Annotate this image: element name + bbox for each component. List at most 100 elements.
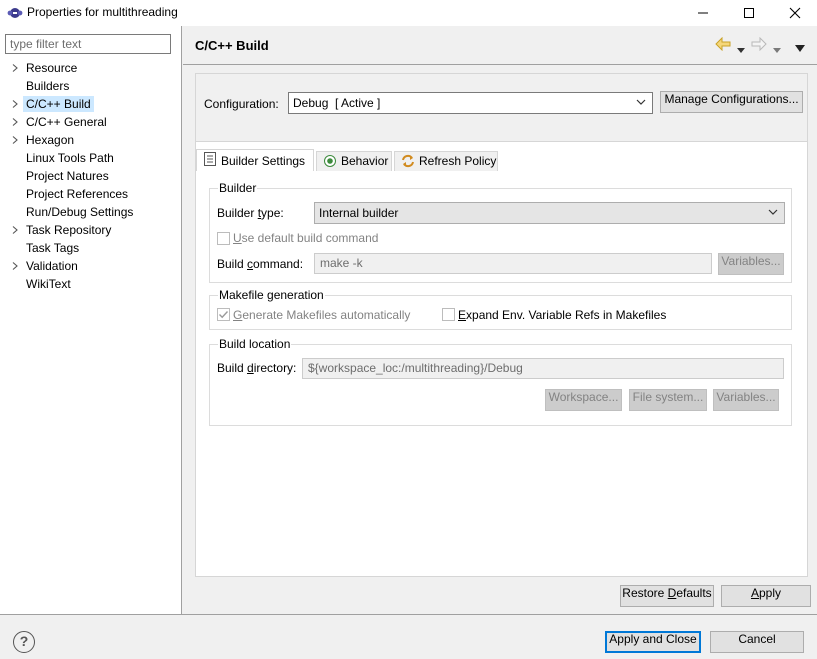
- property-page: C/C++ Build Configuration: Debug [ Activ…: [183, 26, 817, 614]
- sidebar-item-label: Resource: [26, 61, 78, 75]
- forward-menu-chevron-icon[interactable]: [773, 42, 781, 56]
- sidebar-item[interactable]: Task Tags: [0, 239, 181, 257]
- tab-refresh-policy[interactable]: Refresh Policy: [394, 151, 498, 171]
- build-location-group: Build location Build directory: ${worksp…: [209, 337, 792, 426]
- manage-configurations-button[interactable]: Manage Configurations...: [660, 91, 803, 113]
- maximize-button[interactable]: [726, 0, 772, 26]
- minimize-button[interactable]: [680, 0, 726, 26]
- build-directory-label: Build directory:: [217, 361, 297, 375]
- sidebar-item-label: C/C++ General: [26, 115, 107, 129]
- tab-behavior[interactable]: Behavior: [316, 151, 392, 171]
- tab-label: Behavior: [341, 154, 389, 168]
- sidebar-item-label: WikiText: [26, 277, 71, 291]
- expand-env-refs-checkbox[interactable]: [442, 308, 455, 321]
- chevron-right-icon[interactable]: [11, 100, 19, 108]
- builder-group: Builder Builder type: Internal builder U…: [209, 181, 792, 283]
- sidebar-item[interactable]: WikiText: [0, 275, 181, 293]
- property-tree: Resource Builders C/C++ Build C/C++ General…: [0, 59, 181, 293]
- page-title: C/C++ Build: [195, 38, 269, 53]
- minimize-icon: [698, 12, 708, 14]
- refresh-icon: [402, 154, 414, 168]
- generate-makefiles-checkbox[interactable]: [217, 308, 230, 321]
- chevron-right-icon[interactable]: [11, 226, 19, 234]
- page-content: Configuration: Debug [ Active ] Manage C…: [195, 73, 808, 577]
- location-variables-button[interactable]: Variables...: [713, 389, 779, 411]
- forward-arrow-icon[interactable]: [751, 36, 767, 54]
- close-button[interactable]: [772, 0, 817, 26]
- chevron-down-icon: [636, 99, 646, 105]
- use-default-build-command-label: Use default build command: [233, 231, 379, 245]
- sidebar-item-label: Run/Debug Settings: [26, 205, 134, 219]
- group-title: Builder: [218, 181, 258, 195]
- builder-type-select[interactable]: Internal builder: [314, 202, 785, 224]
- sidebar-item-label: Task Repository: [26, 223, 112, 237]
- builder-type-label: Builder type:: [217, 206, 284, 220]
- generate-makefiles-label: Generate Makefiles automatically: [233, 308, 411, 322]
- back-menu-chevron-icon[interactable]: [737, 42, 745, 56]
- page-navigation: [715, 36, 810, 56]
- tab-label: Refresh Policy: [419, 154, 497, 168]
- sidebar-item-label: Validation: [26, 259, 78, 273]
- sidebar-item-label: Project References: [26, 187, 129, 201]
- chevron-right-icon[interactable]: [11, 262, 19, 270]
- view-menu-icon[interactable]: [795, 41, 805, 55]
- configuration-label: Configuration:: [204, 97, 279, 111]
- tab-builder-settings[interactable]: Builder Settings: [196, 149, 314, 171]
- use-default-build-command-checkbox[interactable]: [217, 232, 230, 245]
- header-separator: [183, 64, 817, 65]
- sidebar-item[interactable]: Hexagon: [0, 131, 181, 149]
- restore-defaults-button[interactable]: Restore Defaults: [620, 585, 714, 607]
- sidebar-item[interactable]: Linux Tools Path: [0, 149, 181, 167]
- sidebar-item-label: Task Tags: [26, 241, 80, 255]
- title-bar: Properties for multithreading: [0, 0, 817, 26]
- workspace-button[interactable]: Workspace...: [545, 389, 622, 411]
- help-icon[interactable]: ?: [13, 631, 35, 653]
- sidebar-item-label: Hexagon: [26, 133, 75, 147]
- sidebar-item-label: Builders: [26, 79, 70, 93]
- group-title: Makefile generation: [218, 288, 325, 302]
- build-command-field[interactable]: make -k: [314, 253, 712, 274]
- eclipse-icon: [7, 8, 23, 18]
- sidebar-item-label: C/C++ Build: [23, 96, 94, 112]
- chevron-right-icon[interactable]: [11, 64, 19, 72]
- sidebar-item[interactable]: Validation: [0, 257, 181, 275]
- configuration-value: Debug [ Active ]: [293, 96, 381, 110]
- file-system-button[interactable]: File system...: [629, 389, 707, 411]
- configuration-area: Configuration: Debug [ Active ] Manage C…: [196, 74, 807, 142]
- makefile-generation-group: Makefile generation Generate Makefiles a…: [209, 288, 792, 330]
- expand-env-refs-label: Expand Env. Variable Refs in Makefiles: [458, 308, 667, 322]
- sidebar-item[interactable]: C/C++ Build: [0, 95, 181, 113]
- build-directory-field[interactable]: ${workspace_loc:/multithreading}/Debug: [302, 358, 784, 379]
- sidebar-item[interactable]: Run/Debug Settings: [0, 203, 181, 221]
- chevron-down-icon: [768, 209, 778, 215]
- sidebar-item[interactable]: Project Natures: [0, 167, 181, 185]
- configuration-select[interactable]: Debug [ Active ]: [288, 92, 653, 114]
- sidebar-item[interactable]: Project References: [0, 185, 181, 203]
- sidebar-item[interactable]: Resource: [0, 59, 181, 77]
- tab-bar: Builder Settings Behavior Refresh Policy: [196, 149, 807, 171]
- apply-button[interactable]: Apply: [721, 585, 811, 607]
- sidebar-item-label: Linux Tools Path: [26, 151, 114, 165]
- radio-icon: [324, 155, 336, 167]
- apply-and-close-button[interactable]: Apply and Close: [605, 631, 701, 653]
- sidebar-item[interactable]: Task Repository: [0, 221, 181, 239]
- chevron-right-icon[interactable]: [11, 118, 19, 126]
- maximize-icon: [744, 8, 754, 18]
- tab-label: Builder Settings: [221, 154, 306, 168]
- sidebar-item[interactable]: Builders: [0, 77, 181, 95]
- filter-input[interactable]: [5, 34, 171, 54]
- back-arrow-icon[interactable]: [715, 36, 731, 54]
- settings-list-icon: [204, 152, 216, 166]
- dialog-button-bar: ? Apply and Close Cancel: [0, 614, 817, 659]
- builder-variables-button[interactable]: Variables...: [718, 253, 784, 275]
- property-tree-pane: Resource Builders C/C++ Build C/C++ General…: [0, 26, 182, 614]
- checkmark-icon: [219, 311, 229, 319]
- sidebar-item[interactable]: C/C++ General: [0, 113, 181, 131]
- builder-type-value: Internal builder: [319, 206, 399, 220]
- close-icon: [789, 7, 801, 19]
- build-command-label: Build command:: [217, 257, 304, 271]
- cancel-button[interactable]: Cancel: [710, 631, 804, 653]
- chevron-right-icon[interactable]: [11, 136, 19, 144]
- group-title: Build location: [218, 337, 292, 351]
- window-title: Properties for multithreading: [27, 5, 178, 19]
